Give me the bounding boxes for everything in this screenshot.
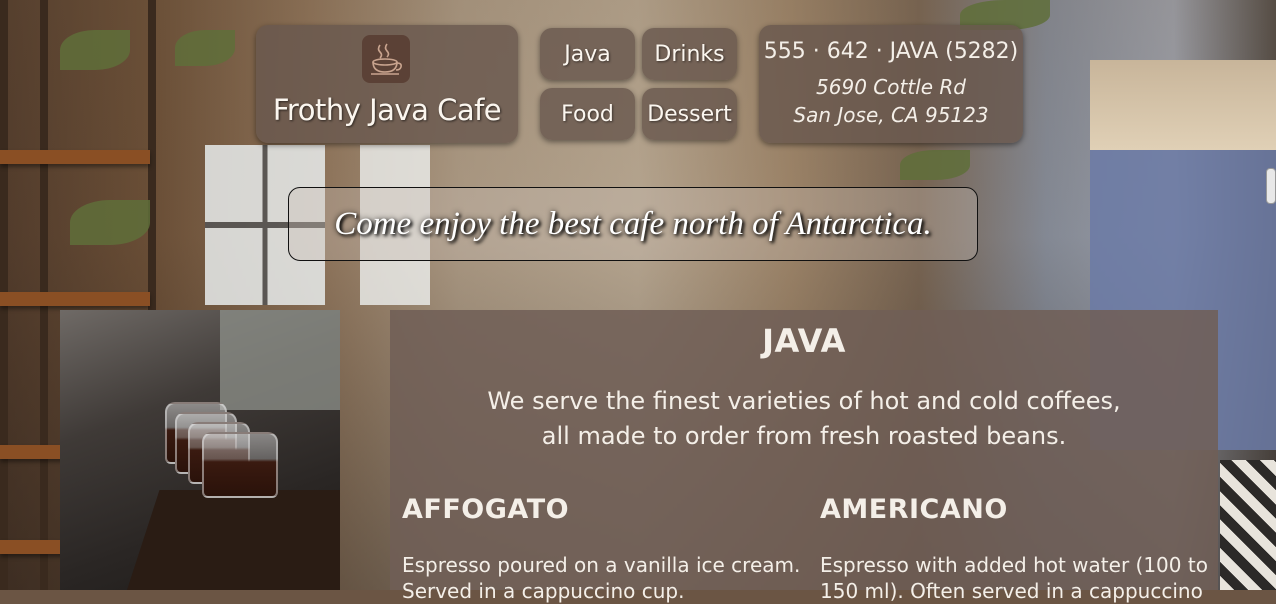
menu-item-description: Espresso poured on a vanilla ice cream. … xyxy=(402,553,801,603)
menu-item-title: AMERICANO xyxy=(820,494,1008,525)
nav-button-drinks[interactable]: Drinks xyxy=(642,28,737,80)
nav-button-java[interactable]: Java xyxy=(540,28,635,80)
coffee-jars-photo xyxy=(60,310,340,590)
section-intro: We serve the finest varieties of hot and… xyxy=(487,387,1121,450)
address-line-1: 5690 Cottle Rd xyxy=(816,75,966,99)
shelf xyxy=(0,292,150,306)
plant-leaf xyxy=(900,150,970,180)
coffee-cup-icon xyxy=(362,35,410,83)
plant-leaf xyxy=(60,30,130,70)
plant-leaf xyxy=(175,30,235,66)
jar-image xyxy=(202,432,278,498)
contact-panel: 555 · 642 · JAVA (5282) 5690 Cottle Rd S… xyxy=(759,25,1023,143)
photo-background-blur xyxy=(220,310,340,410)
phone-number[interactable]: 555 · 642 · JAVA (5282) xyxy=(759,39,1023,64)
background-floor-tiles xyxy=(1220,460,1276,590)
shelf xyxy=(0,150,150,164)
menu-section: JAVA We serve the finest varieties of ho… xyxy=(390,310,1218,603)
brand-panel[interactable]: Frothy Java Cafe xyxy=(256,25,518,143)
menu-item-title: AFFOGATO xyxy=(402,494,570,525)
address-line-2: San Jose, CA 95123 xyxy=(793,103,989,127)
page-scrollbar[interactable] xyxy=(1266,168,1276,204)
menu-item-description: Espresso with added hot water (100 to 15… xyxy=(820,553,1208,603)
background-ceiling xyxy=(1090,60,1276,150)
nav-button-dessert[interactable]: Dessert xyxy=(642,88,737,140)
photo-bench xyxy=(120,490,340,590)
brand-name: Frothy Java Cafe xyxy=(272,93,502,127)
section-title: JAVA xyxy=(762,322,846,360)
nav-button-food[interactable]: Food xyxy=(540,88,635,140)
tagline-banner: Come enjoy the best cafe north of Antarc… xyxy=(288,187,978,261)
plant-leaf xyxy=(70,200,150,245)
